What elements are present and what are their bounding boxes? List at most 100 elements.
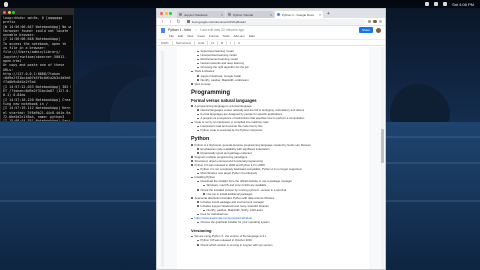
format-control[interactable]: U	[238, 41, 240, 45]
wifi-icon[interactable]	[424, 2, 429, 6]
back-icon[interactable]: ‹	[160, 19, 165, 25]
terminal-window[interactable]: loop=<hkds> qd=0s, 0 [qqqqqqq prefix [W 14…	[0, 8, 74, 122]
bullet-icon	[197, 205, 199, 207]
bullet-item: Quiz & recap	[191, 82, 355, 86]
section-heading-python: Python	[191, 135, 210, 142]
subsection-heading: Formal versus natural languages	[191, 97, 257, 103]
bullet-text: Choose the graphical installer for your …	[200, 220, 270, 225]
browser-tab[interactable]: Jupyter Notebook ×	[177, 11, 225, 18]
browser-toolbar: ‹ › ↻ docs.google.com/document/d/1Kq8v/e…	[157, 18, 385, 26]
bullet-item: Python code is executed by the Python in…	[191, 128, 355, 132]
bullet-icon	[203, 184, 205, 187]
bullet-icon	[191, 197, 193, 199]
close-tab-icon[interactable]: ×	[319, 13, 321, 17]
bullet-icon	[197, 180, 199, 183]
bullet-text: Check which version is running in Jupyte…	[200, 242, 273, 247]
docs-logo-icon[interactable]	[161, 27, 165, 33]
bullet-icon	[197, 213, 199, 216]
toolbar-divider	[207, 40, 209, 45]
close-button[interactable]	[160, 12, 163, 15]
bullet-icon	[191, 217, 193, 220]
close-button[interactable]	[3, 10, 6, 14]
new-tab-button[interactable]: +	[324, 11, 333, 17]
menu-icon[interactable]	[378, 19, 382, 24]
browser-tab-active[interactable]: Python 1 - Google Docs ×	[275, 11, 323, 18]
bullet-icon	[197, 189, 199, 191]
format-control[interactable]: 100%	[161, 41, 169, 45]
zoom-button[interactable]	[169, 12, 172, 15]
favicon-icon	[179, 13, 182, 16]
bullet-icon	[191, 235, 193, 238]
terminal-output[interactable]: loop=<hkds> qd=0s, 0 [qqqqqqq prefix [W 14…	[1, 15, 73, 122]
format-control[interactable]: I	[230, 41, 231, 45]
toolbar-divider	[217, 40, 219, 45]
document-canvas: Supervised learning model Unsupervised le…	[157, 47, 385, 269]
bullet-icon	[197, 168, 199, 171]
format-control[interactable]: 11	[211, 41, 214, 45]
close-tab-icon[interactable]: ×	[221, 13, 223, 17]
format-control[interactable]: B	[221, 41, 223, 45]
menu-help[interactable]: Help	[249, 34, 255, 39]
menu-insert[interactable]: Insert	[197, 34, 205, 39]
bullet-text: Quiz & recap	[194, 81, 211, 86]
bullet-icon	[191, 105, 193, 107]
menu-file[interactable]: File	[169, 34, 174, 39]
bullet-icon	[197, 152, 199, 154]
menu-edit[interactable]: Edit	[178, 34, 183, 39]
avatar[interactable]	[376, 27, 381, 33]
document-title[interactable]: Python 1 - Intro	[168, 28, 191, 32]
minimize-button[interactable]	[7, 10, 11, 14]
format-control[interactable]: Normal text	[176, 41, 191, 45]
menu-bar: Sat 4:08 PM	[0, 0, 480, 8]
bullet-icon	[197, 62, 199, 65]
bullet-icon	[197, 201, 199, 203]
menu-add-ons[interactable]: Add-ons	[234, 34, 245, 39]
menu-tools[interactable]: Tools	[223, 34, 230, 39]
menu-format[interactable]: Format	[209, 34, 219, 39]
extension-icon[interactable]	[367, 19, 371, 24]
bullet-icon	[197, 239, 199, 242]
tab-label: Jupyter Notebook	[184, 12, 208, 17]
search-icon[interactable]	[442, 2, 447, 6]
close-tab-icon[interactable]: ×	[270, 13, 272, 17]
bullet-icon	[191, 121, 193, 124]
browser-tab[interactable]: Python Tutorial ×	[226, 11, 274, 18]
scrollbar-thumb[interactable]	[381, 129, 384, 163]
forward-icon[interactable]: ›	[168, 19, 173, 25]
tab-strip: Jupyter Notebook × Python Tutorial × Pyt…	[157, 9, 385, 18]
bullet-icon	[197, 75, 199, 77]
bullet-icon	[197, 117, 199, 120]
tab-label: Python Tutorial	[233, 12, 254, 17]
document-page[interactable]: Supervised learning model Unsupervised le…	[177, 47, 369, 269]
battery-icon[interactable]	[433, 2, 438, 6]
format-control[interactable]: Arial	[198, 41, 204, 45]
address-bar[interactable]: docs.google.com/document/d/1Kq8v/edit	[184, 18, 365, 25]
minimize-button[interactable]	[164, 12, 168, 15]
profile-icon[interactable]	[373, 19, 377, 24]
bullet-icon	[203, 209, 205, 212]
apple-icon[interactable]	[4, 1, 8, 7]
bullet-icon	[191, 144, 193, 146]
terminal-line: Or copy and paste one of these	[3, 63, 65, 68]
star-icon[interactable]: ☆	[194, 28, 197, 32]
vertical-ruler	[161, 51, 164, 267]
bullet-icon	[203, 193, 205, 195]
bullet-icon	[197, 54, 199, 57]
bullet-icon	[191, 164, 193, 166]
format-toolbar: 100% Normal text Arial 11 B I U	[157, 39, 385, 46]
menubar-clock[interactable]: Sat 4:08 PM	[452, 2, 474, 7]
bullet-icon	[197, 125, 199, 128]
bullet-icon	[191, 156, 193, 158]
bullet-icon	[197, 58, 199, 61]
bullet-icon	[191, 160, 193, 162]
bullet-icon	[191, 83, 193, 85]
terminal-line: [I 15:08:44.551 NotebookApp] Savi	[3, 119, 71, 122]
reload-icon[interactable]: ↻	[176, 19, 181, 25]
menu-view[interactable]: View	[187, 34, 193, 39]
last-edit-text[interactable]: Last edit was 32 minutes ago	[200, 28, 244, 32]
lock-icon	[187, 20, 190, 23]
share-button[interactable]: Share	[358, 27, 373, 33]
zoom-button[interactable]	[12, 10, 15, 14]
favicon-icon	[228, 13, 231, 16]
url-text[interactable]: docs.google.com/document/d/1Kq8v/edit	[192, 20, 246, 24]
